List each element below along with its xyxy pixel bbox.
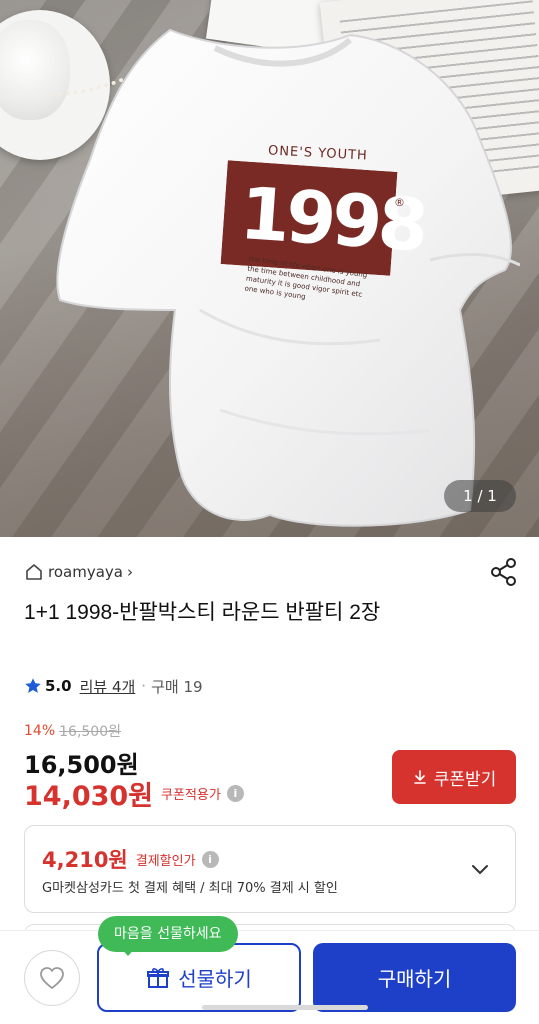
payment-discount-description: G마켓삼성카드 첫 결제 혜택 / 최대 70% 결제 시 할인 [42, 881, 338, 896]
purchase-count: 구매 19 [151, 677, 203, 696]
discount-rate: 14% [24, 723, 56, 739]
gift-button-label: 선물하기 [178, 967, 252, 991]
review-count-link[interactable]: 리뷰 4개 [80, 676, 136, 697]
coupon-download-label: 쿠폰받기 [433, 769, 497, 790]
payment-price-row: 4,210원 결제할인가 i [42, 844, 219, 874]
like-button[interactable] [24, 950, 80, 1006]
rating-row: 5.0 리뷰 4개 · 구매 19 [24, 675, 203, 697]
home-indicator [202, 1005, 368, 1010]
download-icon [413, 770, 426, 784]
payment-discount-price: 4,210원 [42, 848, 128, 872]
image-counter: 1 / 1 [444, 480, 516, 512]
heart-icon [40, 967, 64, 989]
seller-link[interactable]: roamyaya › [24, 560, 133, 584]
share-icon[interactable] [489, 557, 519, 587]
separator: · [141, 677, 147, 695]
coupon-price: 14,030원 [24, 781, 154, 812]
star-icon [25, 678, 41, 693]
gift-tooltip: 마음을 선물하세요 [98, 916, 238, 952]
seller-name: roamyaya [48, 563, 123, 581]
home-icon [26, 564, 42, 580]
info-icon[interactable]: i [201, 850, 219, 868]
coupon-download-button[interactable]: 쿠폰받기 [392, 750, 516, 804]
payment-discount-label: 결제할인가 [135, 853, 196, 869]
print-registered-mark: ® [394, 196, 405, 209]
discount-row: 14% 16,500원 [24, 721, 121, 741]
gift-icon [147, 967, 170, 988]
product-image[interactable]: ONE'S YOUTH 1998 ® the time of life when… [0, 0, 539, 537]
product-title: 1+1 1998-반팔박스티 라운드 반팔티 2장 [24, 601, 381, 624]
chevron-down-icon[interactable] [469, 858, 491, 880]
payment-discount-card[interactable]: 4,210원 결제할인가 i G마켓삼성카드 첫 결제 혜택 / 최대 70% … [24, 825, 516, 913]
gift-tooltip-tail [120, 947, 136, 956]
chevron-right-icon: › [126, 563, 133, 581]
info-icon[interactable]: i [226, 785, 244, 802]
rating-score: 5.0 [45, 677, 72, 695]
buy-button[interactable]: 구매하기 [313, 943, 516, 1012]
original-price: 16,500원 [59, 724, 121, 740]
coupon-price-row: 14,030원 쿠폰적용가 i [24, 774, 244, 813]
coupon-price-label: 쿠폰적용가 [161, 788, 221, 803]
